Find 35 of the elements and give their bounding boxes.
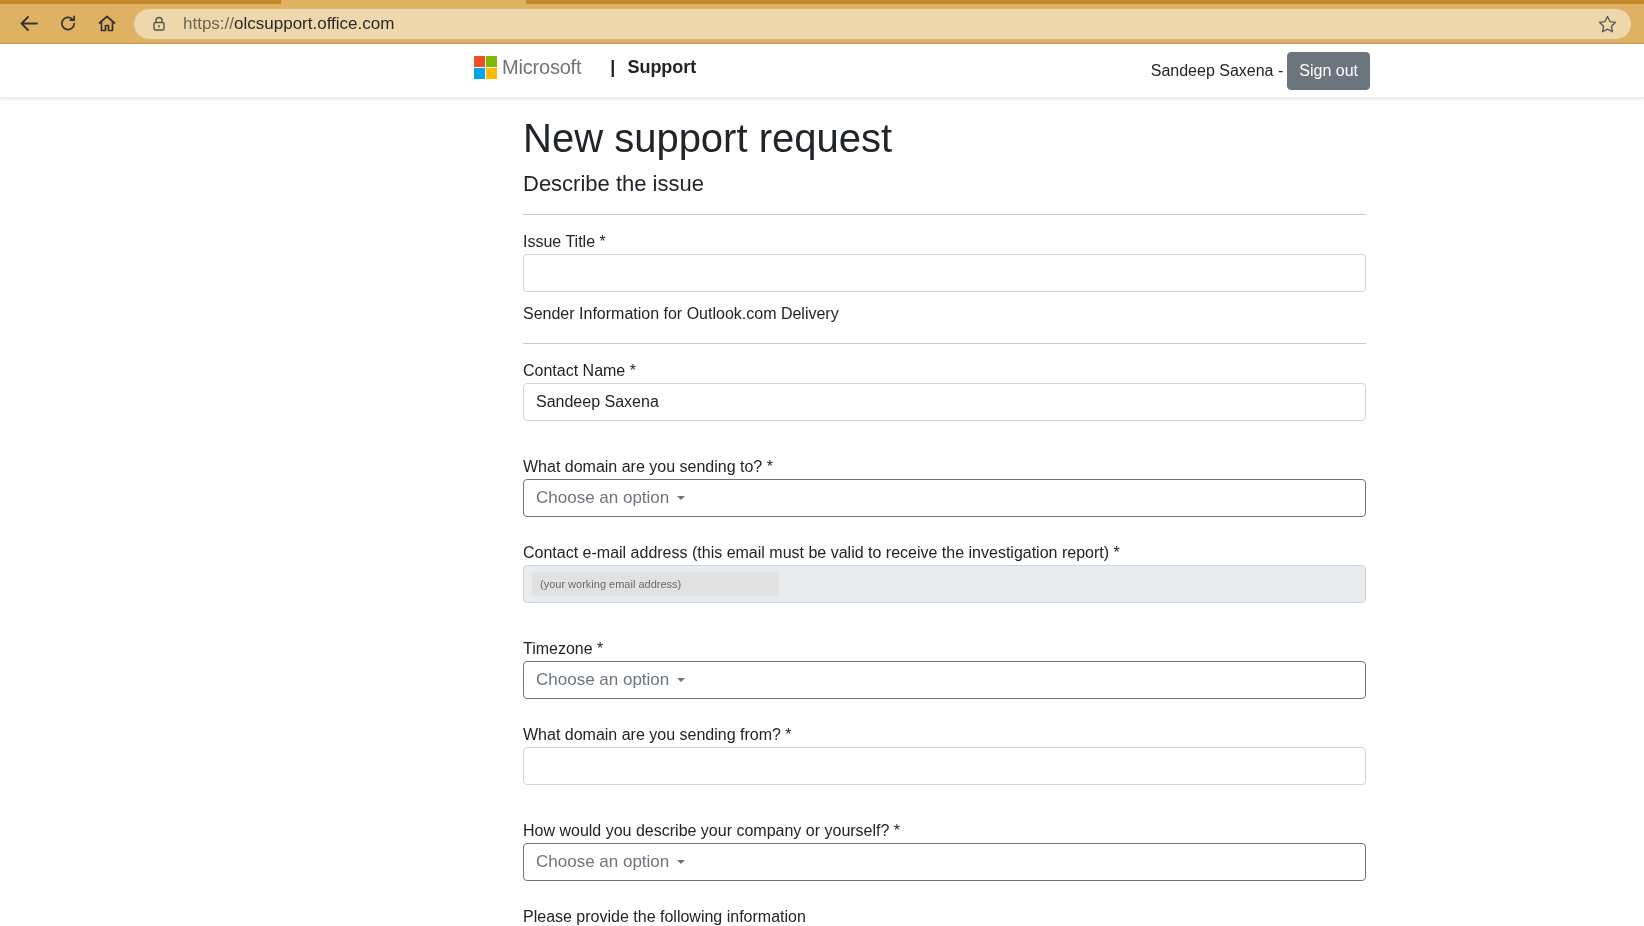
- field-label: Contact Name *: [523, 361, 637, 381]
- text-field[interactable]: Sandeep Saxena: [523, 383, 1366, 421]
- four-squares-logo-icon: [474, 56, 497, 79]
- text-field[interactable]: [523, 254, 1366, 292]
- reload-icon[interactable]: [59, 15, 77, 32]
- home-icon[interactable]: [98, 15, 116, 32]
- field-label: How would you describe your company or yourself? *: [523, 821, 902, 841]
- info-text: Sender Information for Outlook.com Delivery: [523, 304, 840, 324]
- lock-icon[interactable]: [153, 16, 165, 31]
- dropdown[interactable]: Choose an option: [523, 843, 1366, 881]
- dropdown[interactable]: Choose an option: [523, 661, 1366, 699]
- url-text: https://olcsupport.office.com: [183, 13, 395, 34]
- info-text: Please provide the following information: [523, 907, 807, 926]
- star-icon[interactable]: [1598, 14, 1617, 33]
- dropdown[interactable]: Choose an option: [523, 479, 1366, 517]
- field-label: Issue Title *: [523, 232, 607, 252]
- section-heading: Describe the issue: [523, 170, 705, 198]
- email-input[interactable]: (your working email address): [532, 572, 779, 596]
- user-name: Sandeep Saxena -: [1150, 61, 1284, 80]
- field-label: Timezone *: [523, 639, 605, 659]
- brand-name[interactable]: Microsoft: [502, 56, 582, 79]
- sign-out-button[interactable]: Sign out: [1287, 51, 1370, 90]
- separator-text: |: [610, 57, 616, 78]
- field-label: What domain are you sending to? *: [523, 457, 774, 477]
- caret-icon: [677, 678, 686, 682]
- page-title: New support request: [523, 115, 894, 162]
- field-label: What domain are you sending from? *: [523, 725, 793, 745]
- section-link[interactable]: Support: [627, 57, 697, 78]
- text-field[interactable]: [523, 747, 1366, 785]
- caret-icon: [677, 496, 686, 500]
- back-icon[interactable]: [20, 15, 38, 32]
- email-field[interactable]: (your working email address): [523, 565, 1366, 603]
- address-bar[interactable]: https://olcsupport.office.com: [133, 7, 1632, 40]
- field-label: Contact e-mail address (this email must be valid to receive the investigation report) *: [523, 543, 1121, 563]
- caret-icon: [677, 860, 686, 864]
